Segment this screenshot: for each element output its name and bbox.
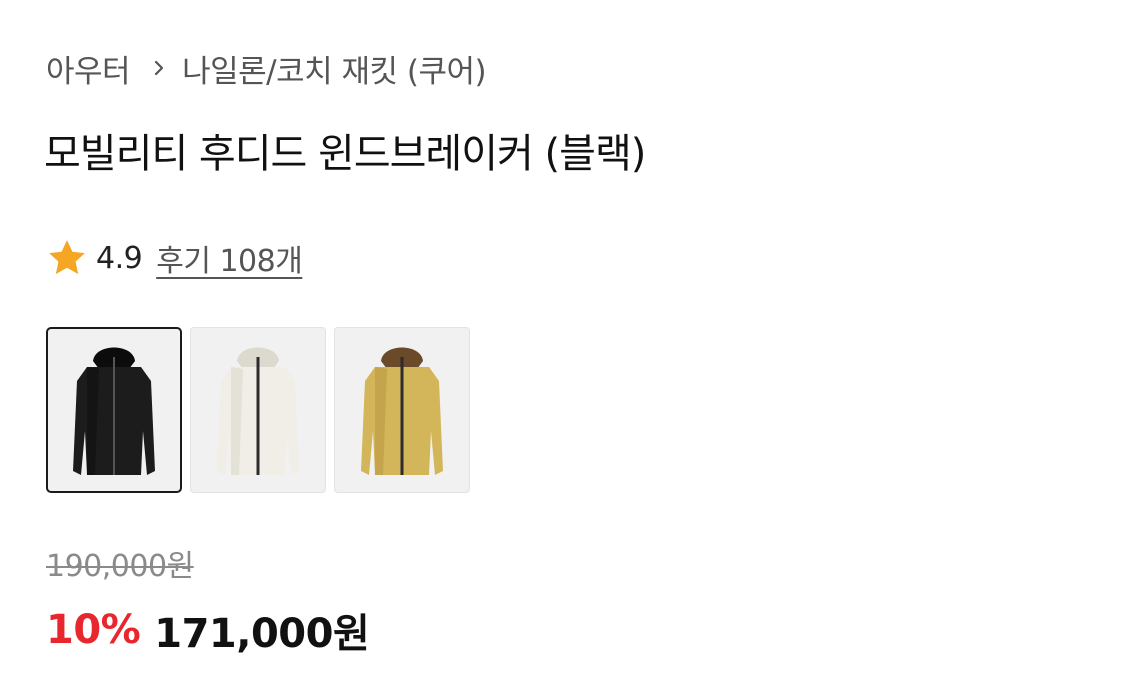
rating-row: 4.9 후기 108개: [46, 232, 303, 284]
breadcrumb-category[interactable]: 아우터: [46, 46, 131, 91]
product-title: 모빌리티 후디드 윈드브레이커 (블랙): [44, 131, 646, 177]
price-row: 10% 171,000원: [46, 598, 370, 662]
discount-rate: 10%: [46, 607, 141, 653]
color-swatch-ivory[interactable]: [190, 327, 326, 493]
mustard-jacket-thumbnail: [361, 347, 443, 475]
chevron-right-icon: [150, 59, 168, 77]
ivory-jacket-thumbnail: [217, 347, 299, 475]
breadcrumb: 아우터 나일론/코치 재킷 (쿠어): [46, 44, 487, 92]
rating-score: 4.9: [96, 240, 143, 276]
breadcrumb-subcategory[interactable]: 나일론/코치 재킷 (쿠어): [182, 46, 487, 91]
color-swatch-black[interactable]: [46, 327, 182, 493]
color-options: [46, 327, 470, 493]
star-icon: [49, 240, 85, 275]
color-swatch-mustard[interactable]: [334, 327, 470, 493]
reviews-link[interactable]: 후기 108개: [156, 236, 303, 280]
original-price: 190,000원: [46, 549, 194, 584]
sale-price: 171,000원: [154, 611, 370, 657]
black-jacket-thumbnail: [73, 347, 155, 475]
